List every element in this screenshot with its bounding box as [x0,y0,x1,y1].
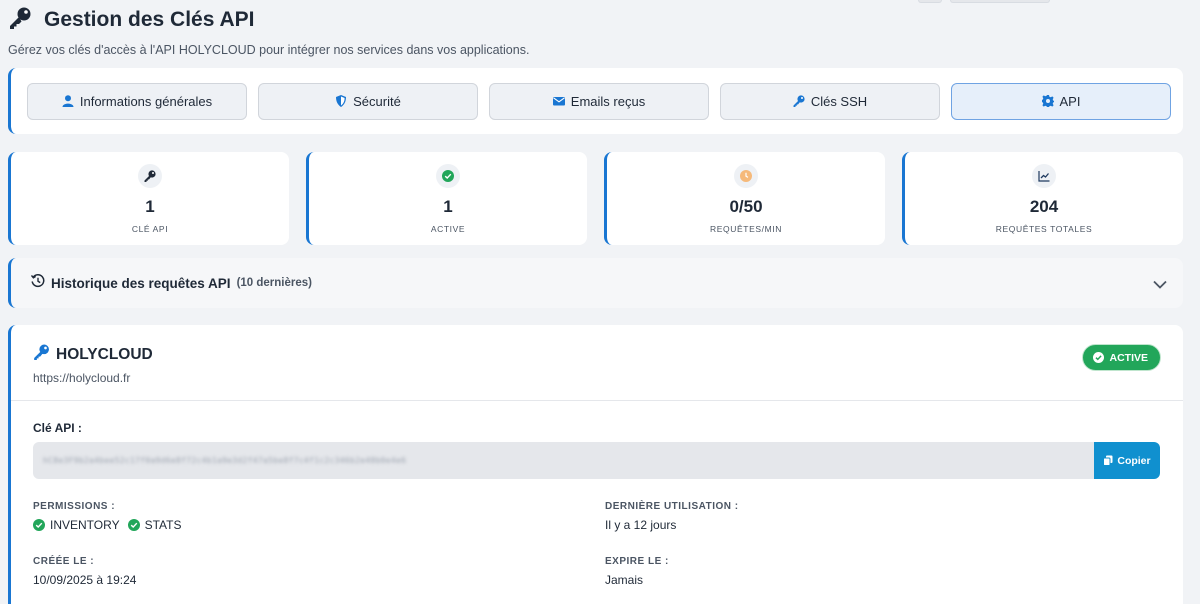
gear-icon [1041,95,1054,107]
key-icon [8,7,32,34]
history-icon [30,273,45,293]
created-value: 10/09/2025 à 19:24 [33,573,137,587]
tab-label: API [1059,93,1081,109]
stat-value: 1 [443,197,453,216]
check-circle-icon [33,519,45,531]
expires-value: Jamais [605,573,644,587]
key-icon [793,95,805,107]
expires-label: EXPIRE LE : [605,556,669,567]
tab-cles-ssh[interactable]: Clés SSH [720,82,940,120]
key-name: HOLYCLOUD [56,345,153,363]
history-toggle[interactable]: Historique des requêtes API (10 dernière… [8,258,1183,308]
history-subtitle: (10 dernières) [236,277,312,289]
page-title: Gestion des Clés API [44,8,255,31]
stat-card-active: 1 ACTIVE [306,152,587,245]
status-label: ACTIVE [1109,351,1148,364]
key-url: https://holycloud.fr [33,371,131,385]
key-icon [138,164,162,188]
top-stub-right [950,0,1050,3]
envelope-icon [552,97,565,106]
chevron-down-icon[interactable] [1153,276,1167,294]
stat-card-total-requests: 204 REQUÊTES TOTALES [902,152,1183,245]
status-badge: ACTIVE [1082,344,1161,371]
created-label: CRÉÉE LE : [33,556,95,567]
copy-icon [1103,455,1113,466]
chart-line-icon [1032,164,1056,188]
stat-card-api-keys: 1 CLÉ API [8,152,289,245]
copy-label: Copier [1117,454,1151,467]
stat-label: REQUÊTES TOTALES [995,224,1093,234]
key-card-header: HOLYCLOUD https://holycloud.fr ACTIVE [11,325,1183,401]
permissions-list: INVENTORY STATS [33,518,181,532]
permission-item: INVENTORY [50,518,120,532]
stat-label: REQUÊTES/MIN [710,224,782,234]
tab-informations-generales[interactable]: Informations générales [27,82,247,120]
tab-api[interactable]: API [951,82,1171,120]
tab-emails-recus[interactable]: Emails reçus [489,82,709,120]
copy-button[interactable]: Copier [1094,442,1160,479]
stat-value: 0/50 [729,197,763,216]
check-circle-icon [1093,352,1105,363]
tab-label: Clés SSH [810,93,868,109]
tabs-bar: Informations générales Sécurité Emails r… [8,68,1183,134]
stat-card-requests-per-min: 0/50 REQUÊTES/MIN [604,152,885,245]
stat-label: ACTIVE [430,224,466,234]
stat-label: CLÉ API [131,224,169,234]
top-stub-left [918,0,942,3]
tab-label: Informations générales [79,93,213,109]
last-used-label: DERNIÈRE UTILISATION : [605,501,739,512]
permissions-label: PERMISSIONS : [33,501,116,512]
last-used-value: Il y a 12 jours [605,518,677,532]
page-header: Gestion des Clés API Gérez vos clés d'ac… [8,6,529,57]
api-key-field[interactable]: hC8e3F9b2a4bee52c17f0a9d6e8f72c4b1a9e3d2… [33,442,1095,479]
page-subtitle: Gérez vos clés d'accès à l'API HOLYCLOUD… [8,43,530,57]
tab-label: Sécurité [353,93,401,109]
tab-securite[interactable]: Sécurité [258,82,478,120]
api-key-value: hC8e3F9b2a4bee52c17f0a9d6e8f72c4b1a9e3d2… [43,456,407,465]
stat-value: 204 [1029,197,1059,216]
history-title: Historique des requêtes API [51,275,231,291]
permission-item: STATS [144,518,182,532]
stat-value: 1 [145,197,155,216]
api-key-label: Clé API : [33,421,82,435]
shield-icon [336,95,347,107]
tab-label: Emails reçus [570,93,646,109]
clock-icon [734,164,758,188]
stats-row: 1 CLÉ API 1 ACTIVE 0/50 REQUÊTES/MIN 204… [8,152,1183,245]
check-circle-icon [127,519,140,531]
user-icon [62,95,74,107]
key-icon [33,344,50,365]
check-circle-icon [436,164,460,188]
api-key-card: HOLYCLOUD https://holycloud.fr ACTIVE Cl… [8,325,1183,604]
